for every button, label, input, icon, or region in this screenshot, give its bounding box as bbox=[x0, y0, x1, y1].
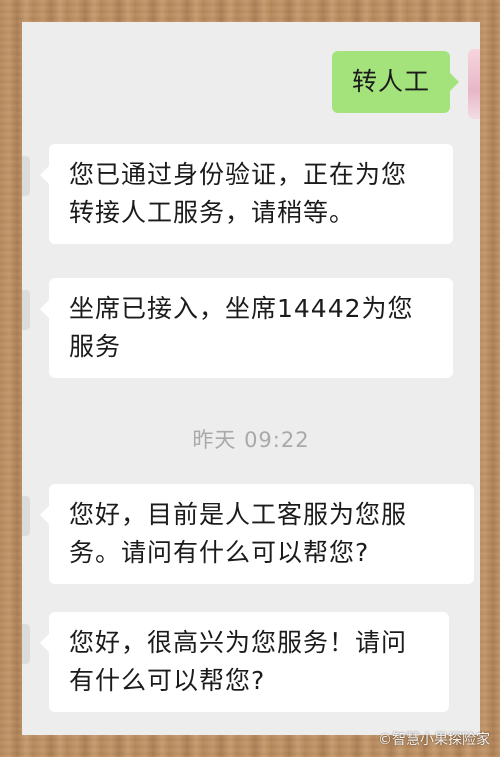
outgoing-message-text: 转人工 bbox=[351, 67, 430, 96]
incoming-message-bubble[interactable]: 您好，很高兴为您服务！请问有什么可以帮您? bbox=[40, 612, 449, 712]
agent-avatar[interactable] bbox=[22, 156, 30, 196]
outgoing-message-bubble[interactable]: 转人工 bbox=[331, 51, 460, 113]
message-text: 坐席已接入，坐席14442为您服务 bbox=[69, 294, 414, 361]
agent-avatar[interactable] bbox=[22, 624, 30, 664]
user-avatar[interactable] bbox=[468, 49, 480, 119]
incoming-message-bubble[interactable]: 坐席已接入，坐席14442为您服务 bbox=[40, 278, 453, 378]
agent-avatar[interactable] bbox=[22, 290, 30, 330]
message-text: 您已通过身份验证，正在为您转接人工服务，请稍等。 bbox=[69, 160, 408, 227]
agent-avatar[interactable] bbox=[22, 496, 30, 536]
watermark: ©智慧小果探险家 bbox=[378, 732, 490, 748]
incoming-message-bubble[interactable]: 您好，目前是人工客服为您服务。请问有什么可以帮您? bbox=[40, 484, 474, 584]
message-timestamp: 昨天 09:22 bbox=[192, 428, 310, 452]
message-text: 您好，很高兴为您服务！请问有什么可以帮您? bbox=[69, 628, 408, 695]
incoming-message-bubble[interactable]: 您已通过身份验证，正在为您转接人工服务，请稍等。 bbox=[40, 144, 453, 244]
chat-screen: 转人工 您已通过身份验证，正在为您转接人工服务，请稍等。 坐席已接入，坐席144… bbox=[22, 22, 480, 735]
message-text: 您好，目前是人工客服为您服务。请问有什么可以帮您? bbox=[69, 500, 408, 567]
